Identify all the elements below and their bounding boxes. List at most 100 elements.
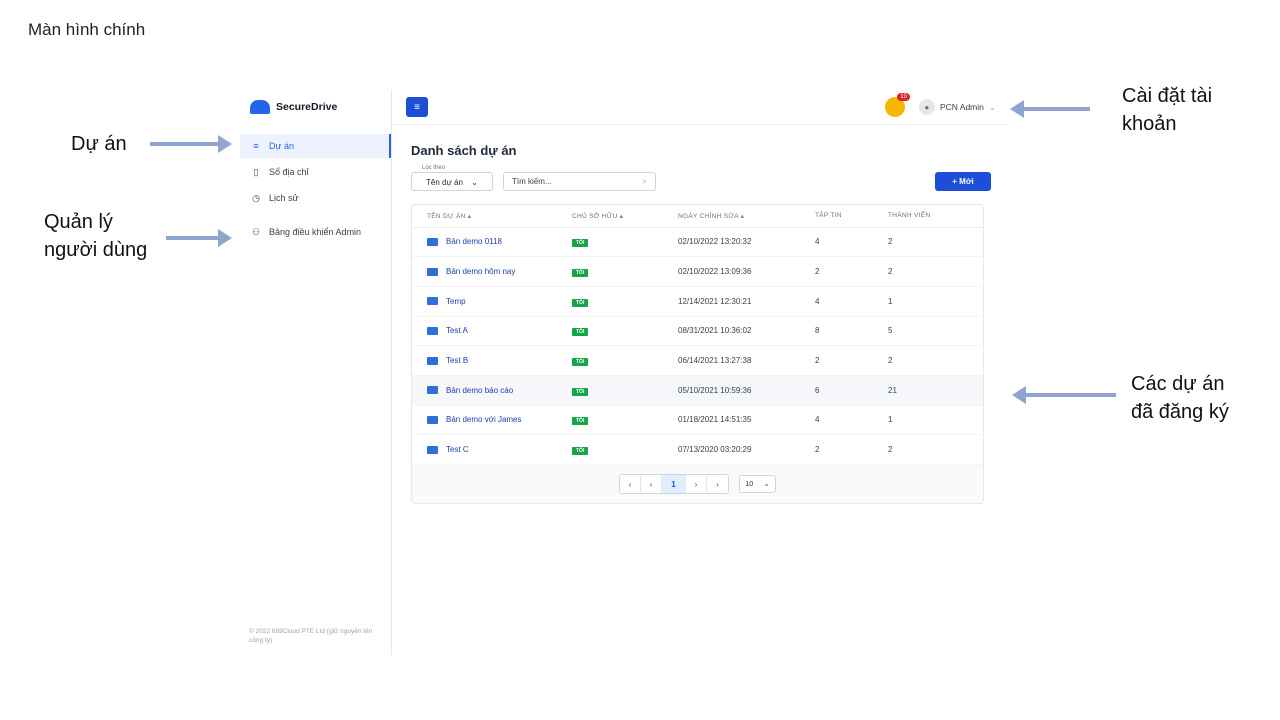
sidebar-item-label: Bảng điều khiển Admin xyxy=(269,227,362,237)
cell-members: 2 xyxy=(888,227,983,258)
cell-name[interactable]: Bản demo hôm nay xyxy=(412,256,572,287)
new-project-button[interactable]: + Mới xyxy=(935,172,991,191)
cell-owner: TÔI xyxy=(572,256,678,287)
cell-modified: 07/13/2020 03:20:29 xyxy=(678,434,815,465)
folder-icon xyxy=(427,445,438,454)
notification-badge: 10 xyxy=(897,93,910,101)
brand[interactable]: SecureDrive xyxy=(240,90,391,124)
folder-icon xyxy=(427,297,438,306)
project-name[interactable]: Bản demo báo cáo xyxy=(446,386,513,395)
hamburger-icon: ≡ xyxy=(414,101,420,113)
owner-badge: TÔI xyxy=(572,417,589,426)
sidebar-nav: ≡ Dự án ▯ Sổ địa chỉ ◷ Lịch sử ⚇ Bảng đi… xyxy=(240,134,391,244)
project-name[interactable]: Test A xyxy=(446,326,468,335)
project-name[interactable]: Test C xyxy=(446,445,469,454)
first-page-button[interactable]: ‹ xyxy=(620,475,641,493)
cell-members: 1 xyxy=(888,405,983,436)
search-icon: ⌕ xyxy=(642,177,647,186)
cell-name[interactable]: Bản demo 0118 xyxy=(412,227,572,258)
cell-name[interactable]: Bản demo với James xyxy=(412,405,572,436)
arrow-projects xyxy=(150,135,232,153)
column-header-owner[interactable]: CHỦ SỞ HỮU ▴ xyxy=(572,205,678,228)
table-row[interactable]: Bản demo 0118 TÔI 02/10/2022 13:20:32 4 2 xyxy=(412,227,983,258)
owner-badge: TÔI xyxy=(572,447,589,456)
folder-icon xyxy=(427,237,438,246)
cell-name[interactable]: Test C xyxy=(412,434,572,465)
sidebar-item-projects[interactable]: ≡ Dự án xyxy=(240,134,391,158)
cell-members: 21 xyxy=(888,375,983,406)
table-row[interactable]: Test A TÔI 08/31/2021 10:36:02 8 5 xyxy=(412,316,983,347)
cell-modified: 01/18/2021 14:51:35 xyxy=(678,405,815,436)
owner-badge: TÔI xyxy=(572,387,589,396)
sidebar-item-address-book[interactable]: ▯ Sổ địa chỉ xyxy=(240,160,391,184)
topbar-right: 10 ● PCN Admin ⌄ xyxy=(884,93,996,117)
toolbar: Lọc theo Tên dự án ⌄ Tìm kiếm... ⌕ + Mới xyxy=(411,165,991,191)
next-page-button[interactable]: › xyxy=(686,475,707,493)
projects-table: TÊN DỰ ÁN ▴ CHỦ SỞ HỮU ▴ NGÀY CHỈNH SỬA … xyxy=(411,204,984,504)
cell-name[interactable]: Test B xyxy=(412,345,572,376)
filter-value: Tên dự án xyxy=(426,178,463,187)
list-icon: ≡ xyxy=(253,141,259,151)
account-menu[interactable]: ● PCN Admin ⌄ xyxy=(918,99,996,115)
cell-members: 1 xyxy=(888,286,983,317)
project-name[interactable]: Bản demo với James xyxy=(446,415,522,424)
annotation-account-settings: Cài đặt tài khoản xyxy=(1122,82,1212,138)
table-row[interactable]: Bản demo hôm nay TÔI 02/10/2022 13:09:36 2 2 xyxy=(412,256,983,287)
annotation-registered-line2: đã đăng ký xyxy=(1131,401,1229,423)
filter-label: Lọc theo xyxy=(420,165,448,171)
cell-files: 4 xyxy=(815,405,888,436)
table-row[interactable]: Test B TÔI 06/14/2021 13:27:38 2 2 xyxy=(412,345,983,376)
column-header-modified[interactable]: NGÀY CHỈNH SỬA ▴ xyxy=(678,205,815,228)
search-input[interactable]: Tìm kiếm... ⌕ xyxy=(503,172,656,191)
main-panel: ≡ 10 ● PCN Admin ⌄ Danh sách dự án Lọc t… xyxy=(392,90,1010,655)
clock-icon: ◷ xyxy=(252,192,260,203)
cell-owner: TÔI xyxy=(572,227,678,258)
cell-files: 6 xyxy=(815,375,888,406)
book-icon: ▯ xyxy=(253,166,259,177)
project-name[interactable]: Test B xyxy=(446,356,468,365)
sidebar-item-admin-dashboard[interactable]: ⚇ Bảng điều khiển Admin xyxy=(240,220,391,244)
cell-files: 4 xyxy=(815,227,888,258)
current-page[interactable]: 1 xyxy=(662,475,686,493)
table-row[interactable]: Bản demo báo cáo TÔI 05/10/2021 10:59:36 6 2… xyxy=(412,375,983,406)
annotation-registered-line1: Các dự án xyxy=(1131,373,1225,395)
page-title: Danh sách dự án xyxy=(411,143,517,158)
owner-badge: TÔI xyxy=(572,298,589,307)
folder-icon xyxy=(427,415,438,424)
arrow-user-management xyxy=(166,229,232,247)
cell-name[interactable]: Bản demo báo cáo xyxy=(412,375,572,406)
notification-bell-icon[interactable]: 10 xyxy=(884,93,910,117)
cell-owner: TÔI xyxy=(572,405,678,436)
topbar: ≡ 10 ● PCN Admin ⌄ xyxy=(392,90,1010,125)
sidebar-item-label: Sổ địa chỉ xyxy=(269,167,309,177)
column-header-name[interactable]: TÊN DỰ ÁN ▴ xyxy=(412,205,572,228)
cell-modified: 02/10/2022 13:20:32 xyxy=(678,227,815,258)
sidebar-item-label: Dự án xyxy=(269,141,295,151)
page-size-select[interactable]: 10 ⌄ xyxy=(739,475,776,493)
project-name[interactable]: Temp xyxy=(446,297,466,306)
cell-owner: TÔI xyxy=(572,375,678,406)
cell-name[interactable]: Temp xyxy=(412,286,572,317)
filter-select[interactable]: Lọc theo Tên dự án ⌄ xyxy=(411,165,493,191)
table-row[interactable]: Bản demo với James TÔI 01/18/2021 14:51:35… xyxy=(412,405,983,436)
sidebar-item-history[interactable]: ◷ Lịch sử xyxy=(240,186,391,210)
folder-icon xyxy=(427,267,438,276)
cell-owner: TÔI xyxy=(572,434,678,465)
annotation-projects: Dự án xyxy=(71,133,127,155)
project-name[interactable]: Bản demo hôm nay xyxy=(446,267,515,276)
chevron-down-icon: ⌄ xyxy=(471,178,478,187)
brand-name: SecureDrive xyxy=(276,101,338,113)
table-row[interactable]: Test C TÔI 07/13/2020 03:20:29 2 2 xyxy=(412,434,983,465)
menu-toggle-button[interactable]: ≡ xyxy=(406,97,428,117)
folder-icon xyxy=(427,356,438,365)
annotation-registered-projects: Các dự án đã đăng ký xyxy=(1131,370,1229,426)
project-name[interactable]: Bản demo 0118 xyxy=(446,237,502,246)
last-page-button[interactable]: › xyxy=(707,475,728,493)
cell-name[interactable]: Test A xyxy=(412,316,572,347)
table-row[interactable]: Temp TÔI 12/14/2021 12:30:21 4 1 xyxy=(412,286,983,317)
prev-page-button[interactable]: ‹ xyxy=(641,475,662,493)
cell-modified: 12/14/2021 12:30:21 xyxy=(678,286,815,317)
sidebar: SecureDrive ≡ Dự án ▯ Sổ địa chỉ ◷ Lịch … xyxy=(240,90,392,655)
cell-files: 2 xyxy=(815,434,888,465)
app-window: SecureDrive ≡ Dự án ▯ Sổ địa chỉ ◷ Lịch … xyxy=(240,90,1010,655)
